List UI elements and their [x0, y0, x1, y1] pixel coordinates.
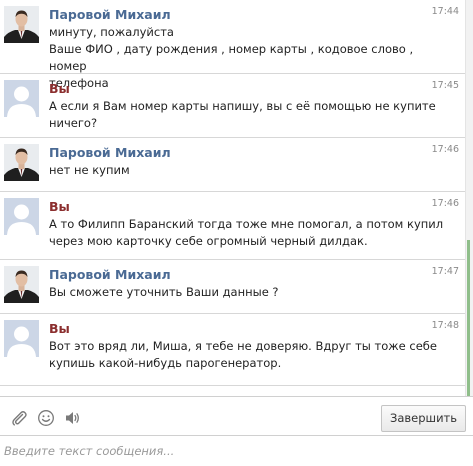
- user-avatar[interactable]: [4, 198, 39, 235]
- message-time: 17:45: [431, 80, 459, 91]
- sender-name[interactable]: Паровой Михаил: [49, 7, 171, 22]
- message-item: Вы 17:45 А если я Вам номер карты напишу…: [0, 74, 465, 138]
- finish-chat-button[interactable]: Завершить: [381, 405, 466, 432]
- speaker-icon[interactable]: [64, 409, 82, 427]
- message-text: А то Филипп Баранский тогда тоже мне пом…: [49, 217, 444, 248]
- message-text: А если я Вам номер карты напишу, вы с её…: [49, 99, 436, 130]
- chat-history: Паровой Михаил 17:44 минуту, пожалуйста …: [0, 0, 465, 396]
- message-time: 17:44: [431, 6, 459, 17]
- message-text: Вы сможете уточнить Ваши данные ?: [49, 285, 279, 299]
- message-item: Паровой Михаил 17:44 минуту, пожалуйста …: [0, 0, 465, 90]
- message-item: Паровой Михаил 17:47 Вы сможете уточнить…: [0, 260, 465, 314]
- chat-scrollbar-thumb[interactable]: [467, 240, 470, 396]
- composer: [0, 435, 473, 466]
- sender-name[interactable]: Паровой Михаил: [49, 145, 171, 160]
- user-avatar[interactable]: [4, 320, 39, 357]
- sender-name[interactable]: Вы: [49, 81, 70, 96]
- agent-avatar[interactable]: [4, 6, 39, 43]
- message-text: нет не купим: [49, 163, 130, 177]
- message-text: Вот это вряд ли, Миша, я тебе не доверяю…: [49, 339, 437, 370]
- message-text-line: минуту, пожалуйста: [49, 25, 174, 39]
- message-time: 17:46: [431, 198, 459, 209]
- user-avatar[interactable]: [4, 80, 39, 117]
- message-item: Вы 17:48 Вот это вряд ли, Миша, я тебе н…: [0, 314, 465, 386]
- sender-name[interactable]: Вы: [49, 199, 70, 214]
- agent-avatar[interactable]: [4, 266, 39, 303]
- message-item: Паровой Михаил 17:46 нет не купим: [0, 138, 465, 192]
- message-time: 17:46: [431, 144, 459, 155]
- smiley-icon[interactable]: [37, 409, 55, 427]
- message-time: 17:48: [431, 320, 459, 331]
- paperclip-icon[interactable]: [10, 409, 28, 427]
- sender-name[interactable]: Вы: [49, 321, 70, 336]
- message-item: Вы 17:46 А то Филипп Баранский тогда тож…: [0, 192, 465, 260]
- message-time: 17:47: [431, 266, 459, 277]
- sender-name[interactable]: Паровой Михаил: [49, 267, 171, 282]
- agent-avatar[interactable]: [4, 144, 39, 181]
- message-input[interactable]: [0, 436, 473, 466]
